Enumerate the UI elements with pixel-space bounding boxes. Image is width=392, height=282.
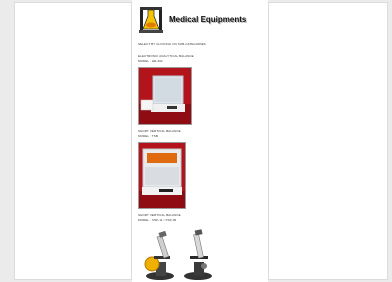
product-photo-vertical-balance[interactable] [138,142,186,209]
product-name[interactable]: SHORT VERTICAL BALANCE [138,129,181,134]
product-model: MODEL : HR-202 [138,59,163,63]
product-photo-microscopes[interactable] [138,226,222,282]
chemistry-flask-logo-icon [138,4,164,34]
intro-text: SELECT BY CLICKING ON SUB-CATEGORIES [138,42,206,46]
product-model: MODEL : XSP-11 / XSP-06 [138,218,177,222]
product-name[interactable]: ELECTRONIC ANALYTICAL BALANCE [138,54,194,59]
background-page-right [268,2,388,280]
product-name[interactable]: SHORT VERTICAL BALANCE [138,213,181,218]
document-page: Medical Equipments SELECT BY CLICKING ON… [132,0,268,282]
product-model: MODEL : TSB [138,134,158,138]
background-page-left [14,2,132,280]
page-title: Medical Equipments [169,15,247,24]
product-photo-analytical-balance[interactable] [138,67,192,125]
